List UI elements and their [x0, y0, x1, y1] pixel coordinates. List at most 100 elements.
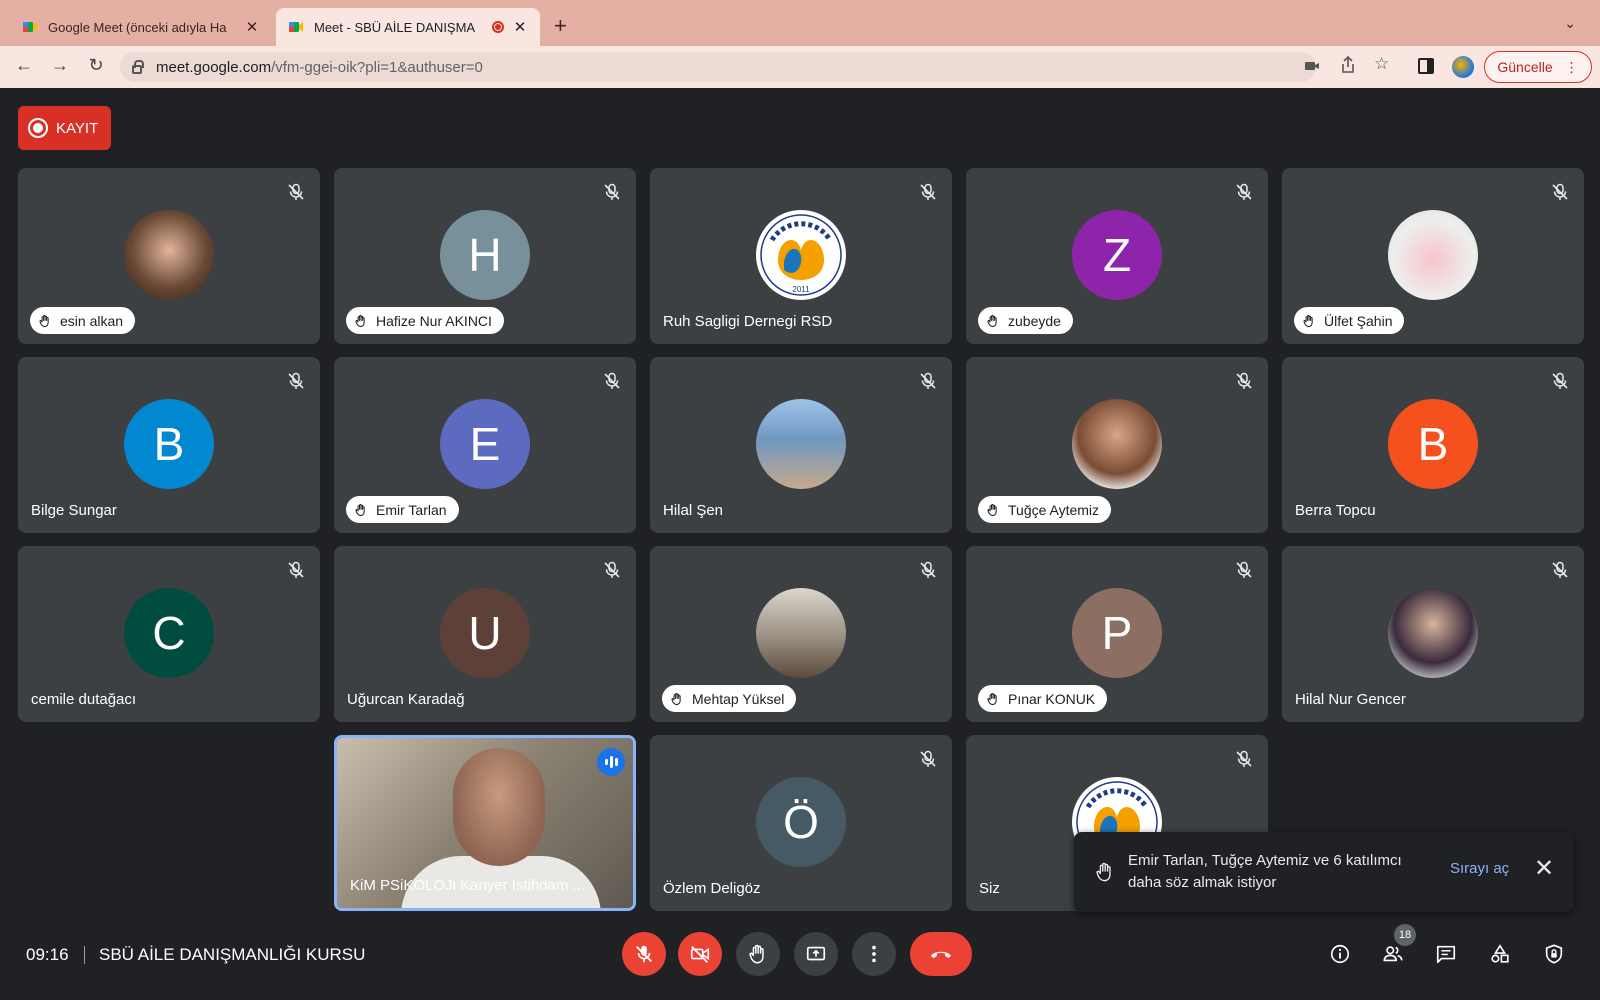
tab-title: Meet - SBÜ AİLE DANIŞMA: [314, 19, 476, 35]
raised-hands-notification: Emir Tarlan, Tuğçe Aytemiz ve 6 katılımc…: [1074, 832, 1574, 912]
browser-tab-strip: Google Meet (önceki adıyla Ha ✕ Meet - S…: [0, 0, 1600, 46]
participant-avatar: [756, 399, 846, 489]
forward-arrow-icon[interactable]: →: [48, 55, 72, 76]
activities-button[interactable]: [1486, 940, 1514, 968]
participant-tile[interactable]: Ülfet Şahin: [1282, 168, 1584, 344]
participant-name: Siz: [979, 880, 1000, 897]
reload-icon[interactable]: ↻: [84, 55, 108, 76]
raised-hand-icon: [670, 692, 684, 706]
participant-tile[interactable]: KiM PSiKOLOJi Kariyer İstihdam ...: [334, 735, 636, 911]
svg-text:2011: 2011: [792, 285, 810, 294]
more-vert-icon: [872, 945, 876, 963]
tab-recording-icon: [492, 21, 504, 33]
chat-button[interactable]: [1432, 940, 1460, 968]
muted-mic-icon: [918, 749, 938, 769]
participant-tile[interactable]: Mehtap Yüksel: [650, 546, 952, 722]
participant-tile[interactable]: Hilal Şen: [650, 357, 952, 533]
profile-avatar[interactable]: [1452, 56, 1474, 78]
browser-tab-meet-active[interactable]: Meet - SBÜ AİLE DANIŞMA ✕: [276, 8, 540, 46]
participant-tile[interactable]: Tuğçe Aytemiz: [966, 357, 1268, 533]
participant-tile[interactable]: P Pınar KONUK: [966, 546, 1268, 722]
participant-avatar: B: [1388, 399, 1478, 489]
update-button[interactable]: Güncelle ⋮: [1484, 51, 1592, 83]
participant-name: Tuğçe Aytemiz: [1008, 501, 1100, 518]
participant-name-raised-hand: Pınar KONUK: [978, 685, 1108, 712]
participant-name: zubeyde: [1008, 312, 1061, 329]
meeting-title: SBÜ AİLE DANIŞMANLIĞI KURSU: [99, 945, 366, 964]
muted-mic-icon: [602, 182, 622, 202]
tab-search-chevron-icon[interactable]: ⌄: [1564, 15, 1576, 32]
host-controls-button[interactable]: [1540, 940, 1568, 968]
participant-tile[interactable]: B Berra Topcu: [1282, 357, 1584, 533]
browser-tab-google-meet[interactable]: Google Meet (önceki adıyla Ha ✕: [10, 8, 272, 46]
participant-tile[interactable]: B Bilge Sungar: [18, 357, 320, 533]
speaking-indicator-icon: [597, 748, 625, 776]
present-screen-button[interactable]: [794, 932, 838, 976]
participant-name: Ruh Sagligi Dernegi RSD: [663, 313, 833, 330]
participant-avatar: C: [124, 588, 214, 678]
camera-indicator-icon[interactable]: [1304, 58, 1320, 74]
participant-avatar: B: [124, 399, 214, 489]
info-icon: [1330, 944, 1350, 964]
participant-tile[interactable]: Ccemile dutağacı: [18, 546, 320, 722]
participant-name: Özlem Deligöz: [663, 880, 761, 897]
leave-call-button[interactable]: [910, 932, 972, 976]
raise-hand-icon: [749, 944, 764, 964]
participant-name-raised-hand: Emir Tarlan: [346, 496, 459, 523]
muted-mic-icon: [1234, 182, 1254, 202]
participant-avatar: [1388, 210, 1478, 300]
address-bar[interactable]: meet.google.com/vfm-ggei-oik?pli=1&authu…: [120, 52, 1316, 82]
meeting-details-button[interactable]: [1326, 940, 1354, 968]
participant-tile[interactable]: 2011 Ruh Sagligi Dernegi RSD: [650, 168, 952, 344]
mic-off-icon: [636, 945, 652, 963]
camera-off-button[interactable]: [678, 932, 722, 976]
participant-tile[interactable]: esin alkan: [18, 168, 320, 344]
participant-avatar: P: [1072, 588, 1162, 678]
participant-tile[interactable]: Zzubeyde: [966, 168, 1268, 344]
bookmark-star-icon[interactable]: ☆: [1374, 54, 1389, 74]
participant-name: Uğurcan Karadağ: [347, 691, 465, 708]
muted-mic-icon: [286, 182, 306, 202]
muted-mic-icon: [918, 371, 938, 391]
raised-hand-icon: [986, 314, 1000, 328]
participant-name-raised-hand: Ülfet Şahin: [1294, 307, 1405, 334]
present-screen-icon: [806, 946, 826, 961]
more-options-button[interactable]: [852, 932, 896, 976]
participant-tile[interactable]: E Emir Tarlan: [334, 357, 636, 533]
raised-hand-icon: [1096, 862, 1111, 882]
muted-mic-icon: [1550, 560, 1570, 580]
open-queue-link[interactable]: Sırayı aç: [1450, 860, 1509, 877]
back-arrow-icon[interactable]: ←: [12, 55, 36, 76]
muted-mic-icon: [918, 560, 938, 580]
participant-tile[interactable]: Ö Özlem Deligöz: [650, 735, 952, 911]
tab-close-icon[interactable]: ✕: [512, 18, 528, 36]
participant-name: Bilge Sungar: [31, 502, 117, 519]
participant-name: Ülfet Şahin: [1324, 312, 1393, 329]
participant-name: cemile dutağacı: [31, 691, 137, 708]
recording-badge[interactable]: KAYIT: [18, 106, 111, 150]
meet-favicon-icon: [289, 22, 303, 32]
microphone-off-button[interactable]: [622, 932, 666, 976]
muted-mic-icon: [602, 560, 622, 580]
participant-tile[interactable]: Hilal Nur Gencer: [1282, 546, 1584, 722]
camera-off-icon: [690, 946, 710, 963]
side-panel-icon[interactable]: [1418, 58, 1434, 74]
participant-avatar: [1388, 588, 1478, 678]
tab-close-icon[interactable]: ✕: [244, 18, 260, 36]
participant-tile[interactable]: H Hafize Nur AKINCI: [334, 168, 636, 344]
share-icon[interactable]: [1340, 56, 1356, 74]
participant-avatar: Z: [1072, 210, 1162, 300]
people-icon: [1383, 946, 1403, 962]
activities-shapes-icon: [1491, 944, 1509, 963]
participant-name: Hafize Nur AKINCI: [376, 312, 492, 329]
divider: [84, 946, 85, 964]
raise-hand-button[interactable]: [736, 932, 780, 976]
participant-tile[interactable]: U Uğurcan Karadağ: [334, 546, 636, 722]
shield-lock-icon: [1545, 944, 1563, 964]
participant-avatar: H: [440, 210, 530, 300]
participant-name: KiM PSiKOLOJi Kariyer İstihdam ...: [350, 877, 586, 894]
close-notification-icon[interactable]: ✕: [1534, 854, 1554, 883]
new-tab-plus-icon[interactable]: +: [554, 13, 567, 39]
participant-avatar: Ö: [756, 777, 846, 867]
participant-name-raised-hand: Mehtap Yüksel: [662, 685, 797, 712]
